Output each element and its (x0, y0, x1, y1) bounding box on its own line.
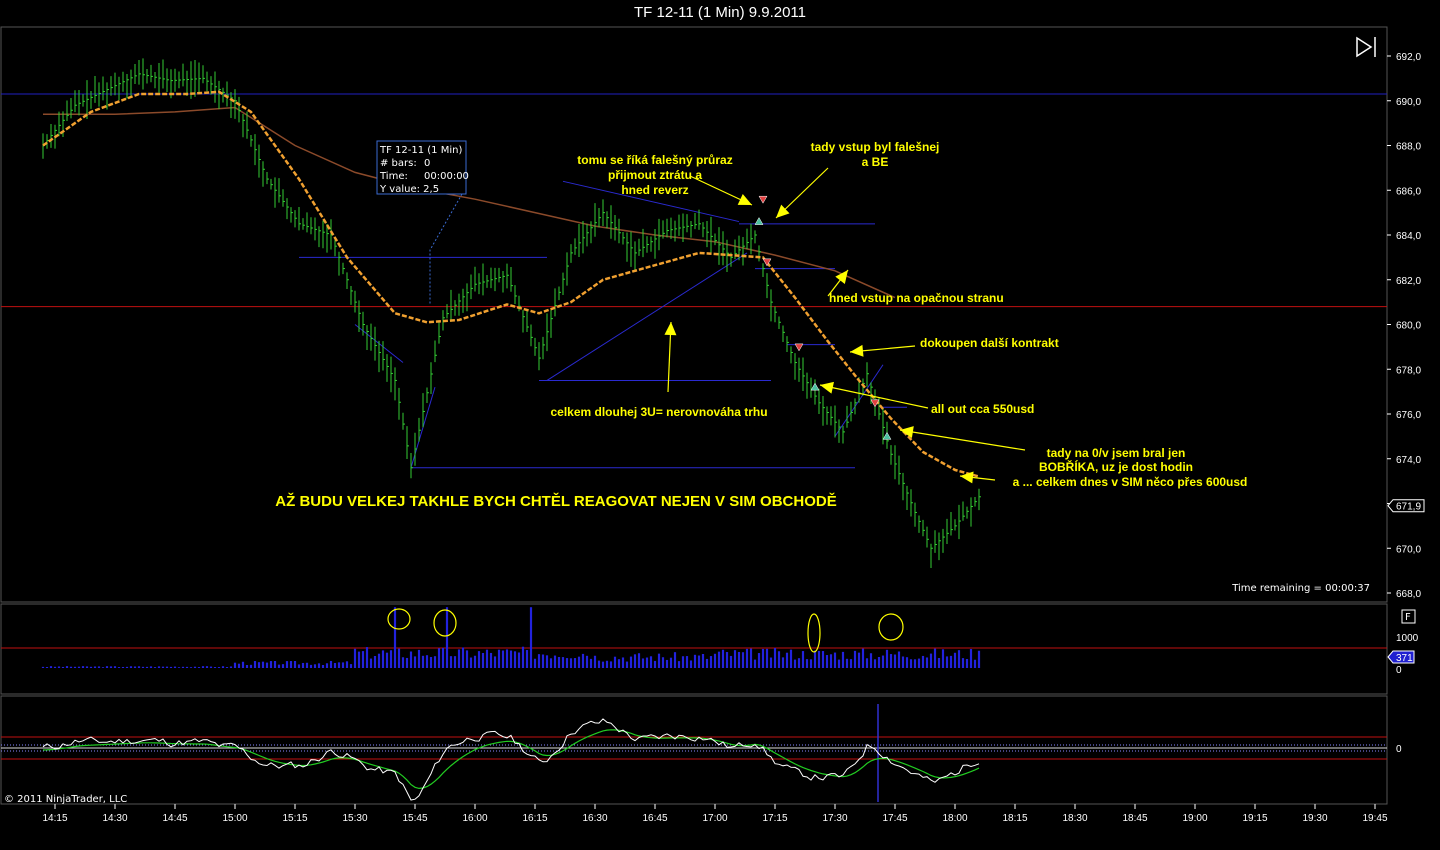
annotation-false-breakout-3: hned reverz (621, 183, 688, 197)
volume-tick-label: 0 (1396, 665, 1402, 676)
annotation-3u: celkem dlouhej 3U= nerovnováha trhu (550, 405, 767, 419)
annotation-false-breakout-2: přijmout ztrátu a (608, 168, 702, 182)
price-tick-label: 690,0 (1396, 97, 1421, 108)
volume-highlight-ellipse[interactable] (433, 609, 457, 637)
last-volume-label: 371 (1396, 653, 1413, 664)
trade-marker-down (758, 195, 768, 204)
annotation-false-entry-1: tady vstup byl falešnej (811, 140, 940, 154)
price-tick-label: 682,0 (1396, 276, 1421, 287)
trade-marker-down (794, 343, 804, 352)
arrow-head (664, 322, 677, 336)
volume-tick-label: 1000 (1396, 633, 1419, 644)
data-tooltip: TF 12-11 (1 Min) # bars: 0 Time: 00:00:0… (376, 140, 469, 305)
time-tick-label: 15:45 (402, 813, 427, 824)
price-tick-label: 678,0 (1396, 365, 1421, 376)
price-tick-label: 680,0 (1396, 321, 1421, 332)
time-tick-label: 19:00 (1182, 813, 1207, 824)
price-tick-label: 668,0 (1396, 589, 1421, 600)
arrow-head (900, 426, 914, 438)
time-tick-label: 17:00 (702, 813, 727, 824)
time-tick-label: 18:45 (1122, 813, 1147, 824)
time-tick-label: 18:15 (1002, 813, 1027, 824)
scroll-to-end-icon[interactable] (1356, 36, 1376, 58)
slow-moving-average (43, 106, 896, 299)
oscillator-lines (1, 704, 1387, 802)
arrow-head (820, 381, 834, 394)
price-panel (0, 26, 1388, 603)
tooltip-bars-value: 0 (424, 158, 430, 169)
annotation-false-entry-2: a BE (862, 155, 889, 169)
annotation-reverse-entry: hned vstup na opačnou stranu (829, 291, 1004, 305)
price-tick-label: 674,0 (1396, 455, 1421, 466)
volume-panel (0, 603, 1388, 695)
panel-flag-label: F (1405, 612, 1411, 623)
time-tick-label: 16:15 (522, 813, 547, 824)
trade-marker-up (754, 217, 764, 225)
time-tick-label: 14:15 (42, 813, 67, 824)
time-tick-label: 15:30 (342, 813, 367, 824)
volume-highlight-ellipse[interactable] (387, 608, 411, 630)
annotation-final-2: BOBŘÍKA, uz je dost hodin (1039, 459, 1193, 474)
price-tick-label: 684,0 (1396, 231, 1421, 242)
time-tick-label: 19:45 (1362, 813, 1387, 824)
time-tick-label: 19:15 (1242, 813, 1267, 824)
volume-bars (1, 607, 1387, 668)
annotation-headline: AŽ BUDU VELKEJ TAKHLE BYCH CHTĚL REAGOVA… (275, 492, 836, 510)
tooltip-time-label: Time: (379, 171, 408, 182)
price-bars (42, 58, 981, 569)
annotation-all-out: all out cca 550usd (931, 402, 1034, 416)
annotation-false-breakout-1: tomu se říká falešný průraz (577, 153, 732, 167)
price-tick-label: 686,0 (1396, 186, 1421, 197)
annotation-add-contract: dokoupen další kontrakt (920, 336, 1059, 350)
time-tick-label: 16:45 (642, 813, 667, 824)
price-tick-label: 676,0 (1396, 410, 1421, 421)
trendline[interactable] (546, 252, 748, 381)
trade-marker-up (882, 431, 892, 440)
oscillator-panel (0, 695, 1388, 805)
tooltip-time-value: 00:00:00 (424, 171, 469, 182)
time-tick-label: 15:15 (282, 813, 307, 824)
tooltip-bars-label: # bars: (380, 158, 417, 169)
tooltip-y-value: Y value: 2,5 (379, 184, 439, 195)
time-tick-label: 15:00 (222, 813, 247, 824)
trade-marker-up (810, 382, 820, 391)
time-tick-label: 18:00 (942, 813, 967, 824)
annotation-final-1: tady na 0/v jsem bral jen (1047, 446, 1186, 460)
tooltip-title: TF 12-11 (1 Min) (379, 145, 462, 156)
volume-highlight-ellipse[interactable] (878, 613, 904, 641)
copyright: © 2011 NinjaTrader, LLC (4, 794, 127, 805)
panel-flag-icon[interactable]: F (1401, 609, 1416, 624)
chart-canvas[interactable]: 692,0 690,0 688,0 686,0 684,0 682,0 680,0 678,0… (0, 0, 1440, 850)
arrow-head (850, 344, 864, 357)
time-tick-label: 17:45 (882, 813, 907, 824)
annotation-final-3: a ... celkem dnes v SIM něco přes 600usd (1013, 475, 1248, 489)
time-tick-label: 17:15 (762, 813, 787, 824)
time-tick-label: 14:45 (162, 813, 187, 824)
time-tick-label: 17:30 (822, 813, 847, 824)
time-tick-label: 16:30 (582, 813, 607, 824)
volume-highlight-ellipse[interactable] (807, 613, 821, 653)
time-remaining: Time remaining = 00:00:37 (1231, 583, 1370, 594)
price-tick-label: 688,0 (1396, 142, 1421, 153)
time-tick-label: 18:30 (1062, 813, 1087, 824)
price-tick-label: 670,0 (1396, 544, 1421, 555)
last-price-label: 671,9 (1396, 502, 1421, 513)
osc-tick-label: 0 (1396, 744, 1402, 755)
time-tick-label: 16:00 (462, 813, 487, 824)
time-tick-label: 14:30 (102, 813, 127, 824)
time-tick-label: 19:30 (1302, 813, 1327, 824)
price-tick-label: 692,0 (1396, 52, 1421, 63)
